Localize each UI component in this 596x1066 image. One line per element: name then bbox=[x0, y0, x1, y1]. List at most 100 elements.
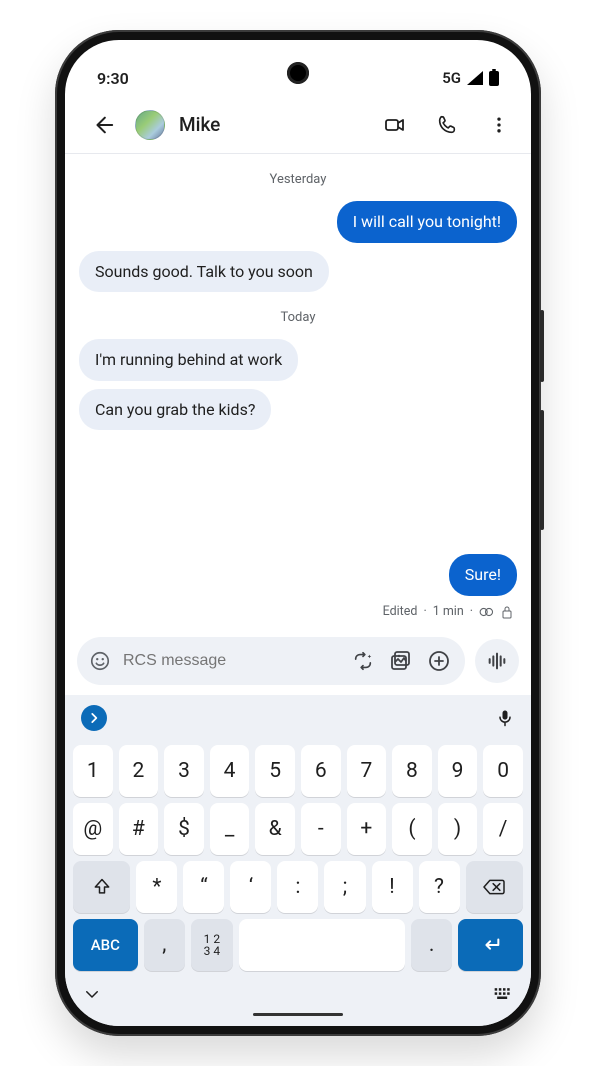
message-input[interactable] bbox=[121, 651, 335, 671]
key[interactable]: 2 bbox=[119, 745, 159, 797]
key[interactable]: 6 bbox=[301, 745, 341, 797]
key[interactable]: ! bbox=[372, 861, 413, 913]
key[interactable]: ( bbox=[392, 803, 432, 855]
numpad-key[interactable]: 1 2 3 4 bbox=[191, 919, 233, 971]
compose-bar bbox=[65, 631, 531, 695]
status-right: 5G bbox=[442, 69, 499, 87]
keyboard-switch-button[interactable] bbox=[493, 986, 513, 1002]
plus-circle-icon bbox=[427, 649, 451, 673]
key[interactable]: 3 bbox=[164, 745, 204, 797]
arrow-left-icon bbox=[92, 114, 114, 136]
phone-chassis: 9:30 5G Mike Yest bbox=[55, 30, 541, 1036]
key[interactable]: 5 bbox=[255, 745, 295, 797]
message-out[interactable]: Sure! bbox=[79, 554, 517, 596]
message-meta: Edited · 1 min · bbox=[79, 604, 513, 619]
key[interactable]: # bbox=[119, 803, 159, 855]
message-in[interactable]: Sounds good. Talk to you soon bbox=[79, 251, 517, 293]
message-bubble: Sounds good. Talk to you soon bbox=[79, 251, 329, 293]
message-bubble: I'm running behind at work bbox=[79, 339, 298, 381]
phone-icon bbox=[436, 114, 458, 136]
keyboard-grid-icon bbox=[493, 986, 513, 1002]
key[interactable]: - bbox=[301, 803, 341, 855]
key[interactable]: ; bbox=[324, 861, 365, 913]
side-button-power bbox=[540, 410, 544, 530]
mic-icon bbox=[495, 708, 515, 728]
message-bubble: I will call you tonight! bbox=[337, 201, 517, 243]
keyboard-footer bbox=[71, 977, 525, 1007]
enter-key[interactable] bbox=[458, 919, 523, 971]
contact-name[interactable]: Mike bbox=[179, 113, 363, 136]
key[interactable]: ? bbox=[419, 861, 460, 913]
voice-message-button[interactable] bbox=[475, 639, 519, 683]
key[interactable]: _ bbox=[210, 803, 250, 855]
edited-label: Edited bbox=[383, 604, 418, 619]
audio-waves-icon bbox=[486, 650, 508, 672]
key[interactable]: 7 bbox=[347, 745, 387, 797]
status-time: 9:30 bbox=[97, 69, 129, 88]
chevron-right-icon bbox=[87, 711, 101, 725]
message-in[interactable]: Can you grab the kids? bbox=[79, 389, 517, 431]
key[interactable]: 0 bbox=[483, 745, 523, 797]
keyboard-mic-button[interactable] bbox=[495, 708, 515, 728]
emoji-button[interactable] bbox=[89, 650, 111, 672]
period-key[interactable]: . bbox=[411, 919, 453, 971]
message-bubble: Sure! bbox=[449, 554, 517, 596]
message-thread[interactable]: Yesterday I will call you tonight! Sound… bbox=[65, 154, 531, 631]
side-button-volume bbox=[540, 310, 544, 382]
key[interactable]: * bbox=[136, 861, 177, 913]
message-in[interactable]: I'm running behind at work bbox=[79, 339, 517, 381]
avatar[interactable] bbox=[135, 110, 165, 140]
date-separator: Today bbox=[79, 310, 517, 325]
key[interactable]: $ bbox=[164, 803, 204, 855]
keyboard-row: ABC , 1 2 3 4 . bbox=[73, 919, 523, 971]
call-button[interactable] bbox=[427, 105, 467, 145]
keyboard-expand-button[interactable] bbox=[81, 705, 107, 731]
key[interactable]: / bbox=[483, 803, 523, 855]
key[interactable]: ) bbox=[438, 803, 478, 855]
more-button[interactable] bbox=[479, 105, 519, 145]
key[interactable]: 4 bbox=[210, 745, 250, 797]
add-button[interactable] bbox=[421, 643, 457, 679]
key[interactable]: 8 bbox=[392, 745, 432, 797]
lock-icon bbox=[501, 605, 513, 619]
key[interactable]: + bbox=[347, 803, 387, 855]
gallery-button[interactable] bbox=[383, 643, 419, 679]
enter-icon bbox=[480, 934, 502, 956]
shift-key[interactable] bbox=[73, 861, 130, 913]
message-bubble: Can you grab the kids? bbox=[79, 389, 271, 431]
back-button[interactable] bbox=[83, 105, 123, 145]
keyboard-row: 1234567890 bbox=[73, 745, 523, 797]
video-call-button[interactable] bbox=[375, 105, 415, 145]
timestamp: 1 min bbox=[433, 604, 464, 619]
app-bar: Mike bbox=[65, 96, 531, 154]
key[interactable]: & bbox=[255, 803, 295, 855]
message-out[interactable]: I will call you tonight! bbox=[79, 201, 517, 243]
spacebar-key[interactable] bbox=[239, 919, 405, 971]
key[interactable]: @ bbox=[73, 803, 113, 855]
abc-key[interactable]: ABC bbox=[73, 919, 138, 971]
signal-icon bbox=[467, 71, 483, 85]
gallery-icon bbox=[389, 649, 413, 673]
keyboard-collapse-button[interactable] bbox=[83, 985, 101, 1003]
battery-icon bbox=[489, 71, 499, 86]
emoji-icon bbox=[89, 650, 111, 672]
network-label: 5G bbox=[442, 69, 461, 87]
shift-icon bbox=[92, 877, 112, 897]
comma-key[interactable]: , bbox=[144, 919, 186, 971]
backspace-icon bbox=[482, 877, 506, 897]
magic-compose-button[interactable] bbox=[345, 643, 381, 679]
sparkle-reply-icon bbox=[352, 650, 374, 672]
key[interactable]: ‘ bbox=[230, 861, 271, 913]
more-vert-icon bbox=[489, 115, 509, 135]
backspace-key[interactable] bbox=[466, 861, 523, 913]
date-separator: Yesterday bbox=[79, 172, 517, 187]
keyboard: 1234567890 @#$_&-+()/ *“‘:;!? ABC , 1 2 … bbox=[65, 695, 531, 1026]
key[interactable]: 1 bbox=[73, 745, 113, 797]
key[interactable]: “ bbox=[183, 861, 224, 913]
home-indicator[interactable] bbox=[253, 1013, 343, 1016]
key[interactable]: 9 bbox=[438, 745, 478, 797]
key[interactable]: : bbox=[277, 861, 318, 913]
delivered-icon bbox=[479, 607, 495, 617]
compose-field[interactable] bbox=[77, 637, 465, 685]
chevron-down-icon bbox=[83, 985, 101, 1003]
